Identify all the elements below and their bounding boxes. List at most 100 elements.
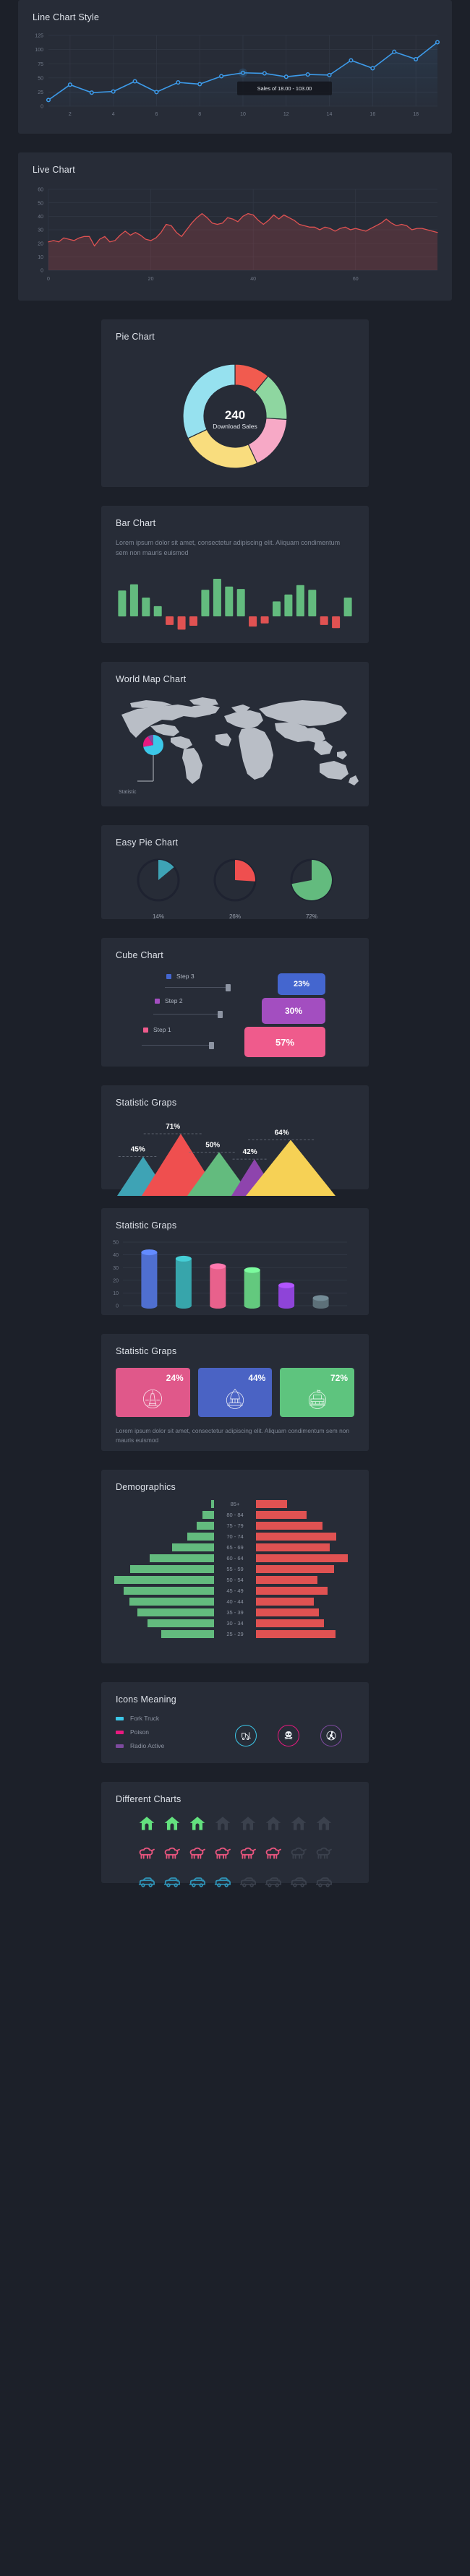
donut-body: 240 Download Sales (101, 342, 369, 499)
demographics-bar-left (147, 1619, 214, 1627)
different-charts-row (101, 1814, 369, 1837)
demographics-bar-right (256, 1511, 307, 1519)
svg-text:30: 30 (38, 228, 43, 233)
demographics-age-label: 55 - 59 (226, 1566, 244, 1572)
card-title-different-charts: Different Charts (116, 1794, 181, 1804)
demographics-left-wrap (101, 1587, 214, 1595)
card-stat-cards: Statistic Graps 24% 44% 72% Lorem ipsum do… (101, 1334, 369, 1451)
svg-text:42%: 42% (243, 1148, 257, 1156)
svg-text:40: 40 (113, 1253, 119, 1258)
world-map-svg (121, 697, 359, 785)
icons-meaning-legend-item: Radio Active (116, 1742, 225, 1749)
demographics-left-wrap (101, 1533, 214, 1541)
card-icons-meaning: Icons Meaning Fork Truck Poison Radio Acti… (101, 1682, 369, 1763)
icons-meaning-legend-item: Poison (116, 1728, 225, 1736)
dashboard-page: Line Chart Style 0 25 50 75 100 125 2 4 6 8 10 12 1… (0, 0, 470, 1931)
different-charts-row (101, 1843, 369, 1866)
svg-text:18: 18 (413, 112, 419, 117)
svg-text:0: 0 (116, 1304, 119, 1309)
cube-step-box[interactable]: 30% (262, 998, 325, 1024)
cube-legend-swatch (166, 973, 171, 979)
demographics-row: 70 - 74 (101, 1532, 369, 1541)
donut-center-value: 240 (225, 408, 245, 422)
demographics-right-wrap (256, 1576, 369, 1584)
card-bar-chart: Bar Chart Lorem ipsum dolor sit amet, co… (101, 506, 369, 643)
stat-card[interactable]: 72% (280, 1368, 355, 1417)
tooltip-text: Sales of 18.00 - 103.00 (257, 85, 312, 92)
svg-text:14: 14 (327, 112, 333, 117)
car-icon (163, 1872, 181, 1895)
sheep-icon (289, 1843, 308, 1866)
svg-text:12: 12 (283, 112, 289, 117)
stat-card[interactable]: 44% (197, 1368, 273, 1417)
poison-skull-icon[interactable] (278, 1724, 300, 1746)
demographics-age-label: 50 - 54 (226, 1577, 244, 1583)
cube-step-row: Step 2 30% (101, 996, 369, 1025)
capitol-icon (222, 1386, 248, 1416)
svg-text:50%: 50% (205, 1141, 220, 1149)
bar-chart-description: Lorem ipsum dolor sit amet, consectetur … (116, 539, 341, 556)
demographics-bar-right (256, 1619, 324, 1627)
card-title-triangles: Statistic Graps (116, 1098, 177, 1108)
cube-connector-knob (209, 1041, 214, 1049)
cube-step-box[interactable]: 23% (278, 973, 325, 995)
cube-connector-line (153, 1014, 221, 1015)
cube-legend-swatch (155, 998, 160, 1004)
sheep-icon (188, 1843, 207, 1866)
demographics-right-wrap (256, 1598, 369, 1606)
card-title-world-map: World Map Chart (116, 674, 187, 684)
demographics-bar-left (137, 1608, 214, 1616)
demographics-right-wrap (256, 1533, 369, 1541)
stat-card-percent: 44% (248, 1373, 266, 1383)
demographics-bar-right (256, 1576, 317, 1584)
legend-swatch (116, 1730, 124, 1734)
stat-card-percent: 72% (330, 1373, 349, 1383)
cube-connector-knob (226, 983, 231, 991)
triangles-svg: 45% 71% 50% 42% 64% (117, 1123, 336, 1196)
card-title-icons-meaning: Icons Meaning (116, 1694, 176, 1705)
card-cylinders: Statistic Graps 0 10 20 30 40 50 (101, 1208, 369, 1315)
demographics-left-wrap (101, 1565, 214, 1573)
card-live-chart: Live Chart 0 10 20 30 40 50 60 0 20 40 60 (18, 152, 452, 301)
world-map-body: Statistic (101, 684, 369, 806)
eiffel-tower-icon (140, 1386, 166, 1416)
car-icon (289, 1872, 308, 1895)
stat-card[interactable]: 24% (116, 1368, 190, 1417)
cube-connector-knob (218, 1010, 223, 1018)
demographics-right-wrap (256, 1619, 369, 1627)
house-icon (188, 1814, 207, 1837)
demographics-bar-left (129, 1598, 214, 1606)
easy-pie-2 (213, 858, 257, 906)
svg-text:40: 40 (250, 277, 256, 282)
cube-step-box[interactable]: 57% (244, 1027, 325, 1057)
demographics-row: 25 - 29 (101, 1629, 369, 1639)
card-title-bar-chart: Bar Chart (116, 518, 156, 528)
car-icon (239, 1872, 257, 1895)
fork-truck-icon[interactable] (235, 1724, 257, 1746)
svg-text:4: 4 (112, 112, 115, 117)
demographics-bar-left (187, 1533, 214, 1541)
house-icon (163, 1814, 181, 1837)
demographics-left-wrap (101, 1630, 214, 1638)
car-icon (264, 1872, 283, 1895)
world-map-annotation: Statistic (119, 790, 137, 795)
cube-step-row: Step 3 23% (101, 972, 369, 996)
cube-connector-line (165, 987, 228, 988)
demographics-bar-right (256, 1565, 334, 1573)
demographics-bar-left (202, 1511, 214, 1519)
cube-legend-swatch (143, 1027, 148, 1033)
legend-swatch (116, 1744, 124, 1748)
house-icon (239, 1814, 257, 1837)
demographics-bar-left (114, 1576, 214, 1584)
sheep-icon (239, 1843, 257, 1866)
radioactive-icon[interactable] (320, 1724, 343, 1746)
easy-pie-1 (136, 858, 181, 906)
demographics-left-wrap (101, 1554, 214, 1562)
svg-text:0: 0 (40, 269, 43, 274)
demographics-left-wrap (101, 1500, 214, 1508)
live-chart-body: 0 10 20 30 40 50 60 0 20 40 60 (18, 175, 452, 304)
svg-text:75: 75 (38, 62, 43, 67)
demographics-bar-right (256, 1522, 323, 1530)
demographics-bar-left (130, 1565, 214, 1573)
card-title-easy-pie: Easy Pie Chart (116, 837, 179, 848)
